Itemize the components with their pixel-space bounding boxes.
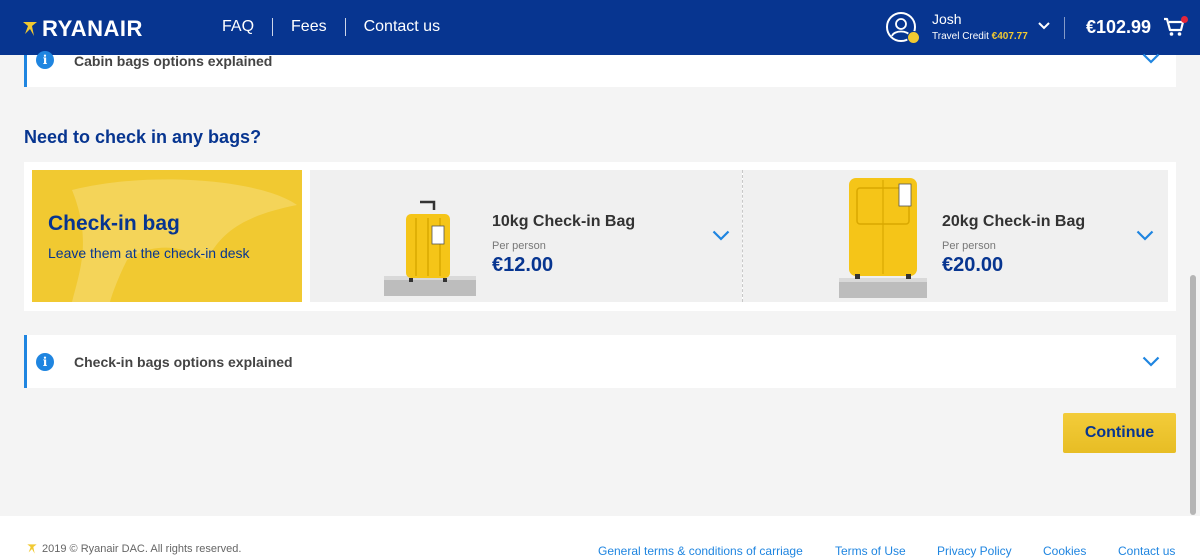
top-header: RYANAIR FAQ Fees Contact us Josh Travel … bbox=[0, 0, 1200, 55]
copyright-text: 2019 © Ryanair DAC. All rights reserved. bbox=[42, 543, 242, 555]
cart-notification-dot bbox=[1181, 16, 1188, 23]
checkin-bags-explained-label: Check-in bags options explained bbox=[74, 353, 293, 370]
avatar-icon bbox=[886, 12, 920, 44]
checkin-promo-subtitle: Leave them at the check-in desk bbox=[48, 245, 250, 261]
ryanair-logo[interactable]: RYANAIR bbox=[22, 16, 143, 42]
info-icon: i bbox=[36, 51, 54, 69]
cart-button[interactable] bbox=[1163, 16, 1188, 43]
checkin-section-title: Need to check in any bags? bbox=[24, 127, 262, 147]
nav-faq[interactable]: FAQ bbox=[204, 18, 272, 36]
checkin-promo-title: Check-in bag bbox=[48, 212, 180, 235]
harp-logo-icon bbox=[27, 544, 37, 554]
basket-total[interactable]: €102.99 bbox=[1086, 17, 1151, 38]
suitcase-icon bbox=[384, 200, 476, 296]
nav-divider bbox=[344, 18, 346, 36]
harp-logo-icon bbox=[23, 22, 37, 36]
footer-link-terms-carriage[interactable]: General terms & conditions of carriage bbox=[598, 544, 803, 558]
user-name: Josh bbox=[932, 11, 962, 28]
chevron-down-icon bbox=[1142, 356, 1160, 367]
continue-button[interactable]: Continue bbox=[1063, 413, 1176, 453]
footer-link-terms-of-use[interactable]: Terms of Use bbox=[835, 544, 906, 558]
footer-link-privacy[interactable]: Privacy Policy bbox=[937, 544, 1012, 558]
bag-20kg-name: 20kg Check-in Bag bbox=[942, 213, 1086, 230]
chevron-down-icon bbox=[712, 230, 730, 241]
travel-credit: Travel Credit €407.77 bbox=[932, 31, 1028, 42]
membership-badge-icon bbox=[907, 31, 920, 44]
bag-10kg-price: €12.00 bbox=[492, 254, 554, 276]
checkin-bags-container: Check-in bag Leave them at the check-in … bbox=[24, 162, 1176, 311]
main-nav: FAQ Fees Contact us bbox=[204, 18, 458, 36]
cabin-bags-explained-panel[interactable]: i Cabin bags options explained bbox=[24, 51, 1176, 87]
chevron-down-icon bbox=[1136, 230, 1154, 241]
footer-link-contact[interactable]: Contact us bbox=[1118, 544, 1175, 558]
bag-10kg-name: 10kg Check-in Bag bbox=[492, 213, 636, 230]
travel-credit-label: Travel Credit bbox=[932, 30, 989, 42]
cabin-bags-explained-label: Cabin bags options explained bbox=[74, 53, 273, 69]
checkin-promo-card: Check-in bag Leave them at the check-in … bbox=[32, 170, 302, 302]
suitcase-icon bbox=[839, 178, 927, 298]
header-divider bbox=[1064, 17, 1065, 39]
bag-10kg-per-person: Per person bbox=[492, 240, 546, 252]
bag-20kg-price: €20.00 bbox=[942, 254, 1004, 276]
copyright: 2019 © Ryanair DAC. All rights reserved. bbox=[26, 543, 241, 555]
bag-option-10kg[interactable]: 10kg Check-in Bag Per person €12.00 bbox=[310, 170, 742, 302]
page-scrollbar[interactable] bbox=[1190, 275, 1196, 515]
footer-link-cookies[interactable]: Cookies bbox=[1043, 544, 1086, 558]
page-footer: 2019 © Ryanair DAC. All rights reserved.… bbox=[0, 516, 1200, 559]
nav-divider bbox=[272, 18, 274, 36]
info-icon: i bbox=[36, 352, 54, 371]
nav-contact[interactable]: Contact us bbox=[346, 18, 458, 36]
chevron-down-icon bbox=[1038, 22, 1050, 30]
brand-name: RYANAIR bbox=[42, 16, 143, 41]
nav-fees[interactable]: Fees bbox=[273, 18, 345, 36]
harp-watermark-icon bbox=[72, 179, 297, 302]
user-menu[interactable]: Josh Travel Credit €407.77 bbox=[886, 11, 1050, 44]
travel-credit-amount: €407.77 bbox=[991, 30, 1028, 42]
checkin-bags-explained-panel[interactable]: i Check-in bags options explained bbox=[24, 335, 1176, 388]
chevron-down-icon bbox=[1142, 53, 1160, 64]
bag-option-20kg[interactable]: 20kg Check-in Bag Per person €20.00 bbox=[743, 170, 1168, 302]
bag-20kg-per-person: Per person bbox=[942, 240, 996, 252]
